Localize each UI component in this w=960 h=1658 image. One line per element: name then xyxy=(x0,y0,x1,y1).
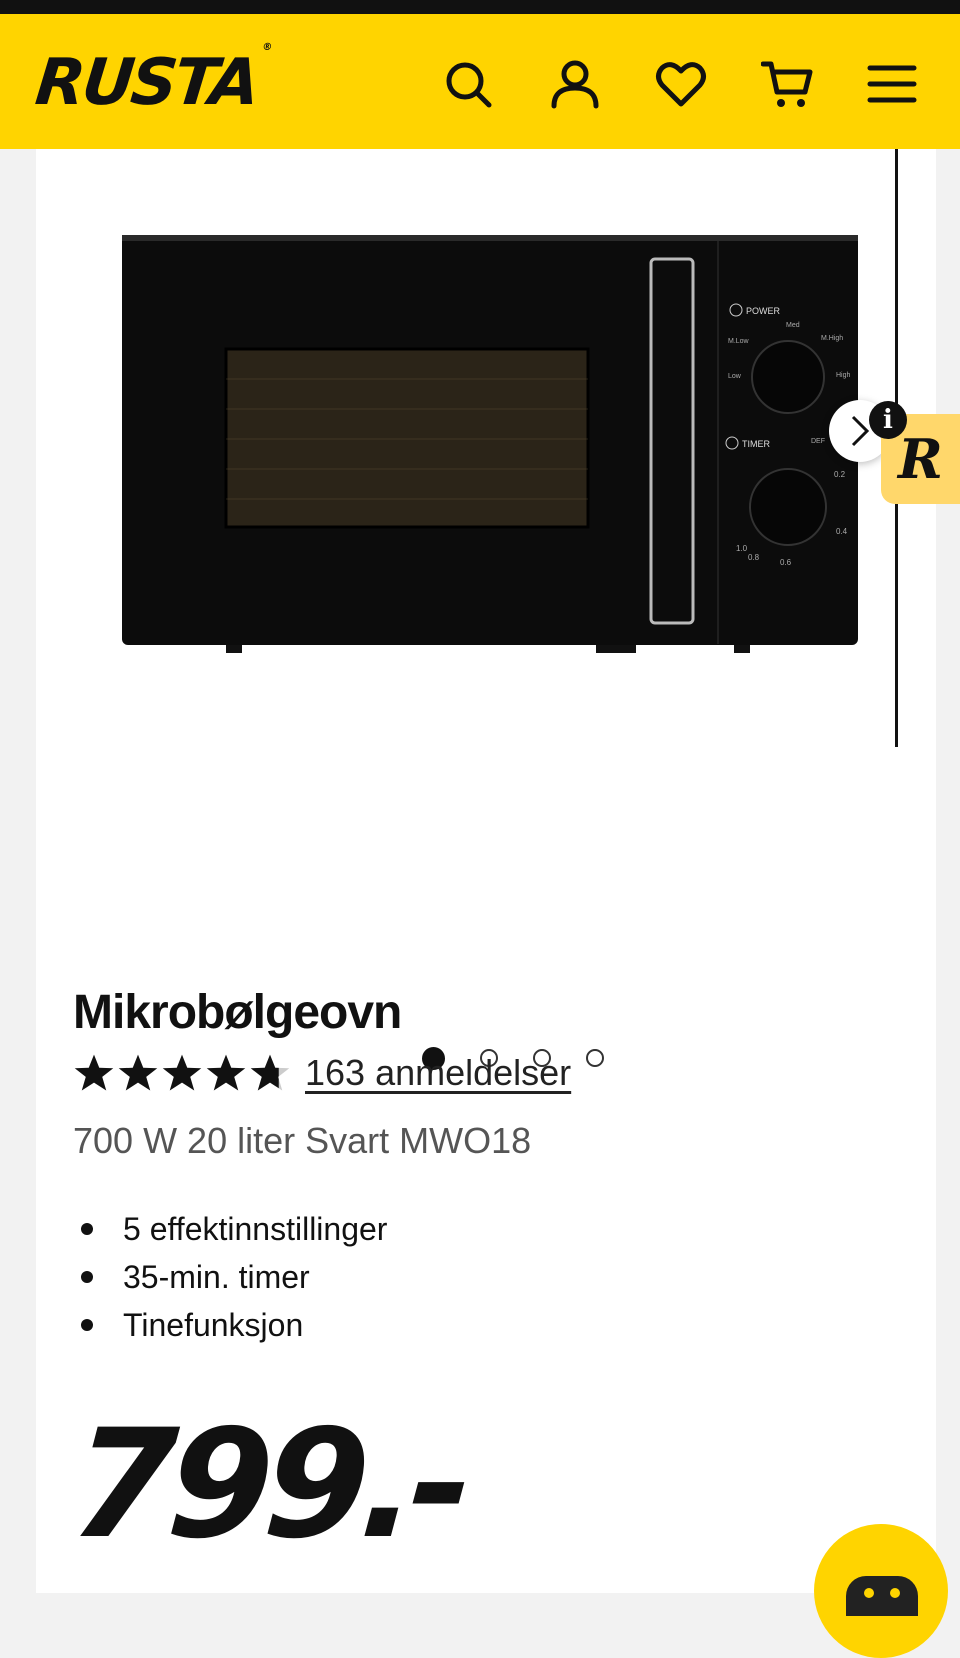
svg-text:1.0: 1.0 xyxy=(736,544,748,553)
def-label: DEF xyxy=(811,438,825,445)
power-level-med: Med xyxy=(786,322,800,329)
power-level-mlow: M.Low xyxy=(728,338,750,345)
product-card: POWER M.Low Med M.High Low High TIMER DE… xyxy=(36,149,936,1593)
feature-item: 5 effektinnstillinger xyxy=(73,1205,387,1253)
cart-icon[interactable] xyxy=(757,54,817,114)
menu-icon[interactable] xyxy=(862,54,922,114)
feature-item: 35-min. timer xyxy=(73,1253,387,1301)
timer-label: TIMER xyxy=(742,439,770,449)
site-header: RUSTA® xyxy=(0,14,960,149)
star-icon xyxy=(118,1054,158,1091)
star-half-icon xyxy=(250,1054,290,1091)
chat-bot-icon xyxy=(846,1576,918,1616)
account-icon[interactable] xyxy=(545,54,605,114)
product-subtitle: 700 W 20 liter Svart MWO18 xyxy=(73,1120,532,1161)
power-level-mhigh: M.High xyxy=(821,335,843,342)
power-level-high: High xyxy=(836,372,851,379)
power-label: POWER xyxy=(746,306,781,316)
svg-text:0.2: 0.2 xyxy=(834,470,846,479)
svg-text:0.6: 0.6 xyxy=(780,558,792,567)
product-price: 799.- xyxy=(65,1398,471,1572)
power-level-low: Low xyxy=(728,373,742,380)
rating-stars xyxy=(73,1052,291,1094)
feature-item: Tinefunksjon xyxy=(73,1301,387,1349)
rusta-logo[interactable]: RUSTA® xyxy=(32,42,270,120)
svg-text:0.8: 0.8 xyxy=(748,553,760,562)
reviews-link[interactable]: 163 anmeldelser xyxy=(305,1052,571,1094)
status-strip xyxy=(0,0,960,14)
svg-text:0.4: 0.4 xyxy=(836,527,848,536)
timer-knob[interactable] xyxy=(749,468,827,546)
star-icon xyxy=(74,1054,114,1091)
star-icon xyxy=(206,1054,246,1091)
power-knob[interactable] xyxy=(751,340,825,414)
product-rating[interactable]: 163 anmeldelser xyxy=(73,1052,571,1094)
carousel-dot-4[interactable] xyxy=(586,1049,604,1067)
feature-list: 5 effektinnstillinger 35-min. timer Tine… xyxy=(73,1205,387,1349)
product-title: Mikrobølgeovn xyxy=(73,986,402,1039)
product-image[interactable]: POWER M.Low Med M.High Low High TIMER DE… xyxy=(116,229,916,689)
info-icon[interactable]: i xyxy=(869,401,907,439)
star-icon xyxy=(162,1054,202,1091)
search-icon[interactable] xyxy=(438,54,498,114)
heart-icon[interactable] xyxy=(651,54,711,114)
